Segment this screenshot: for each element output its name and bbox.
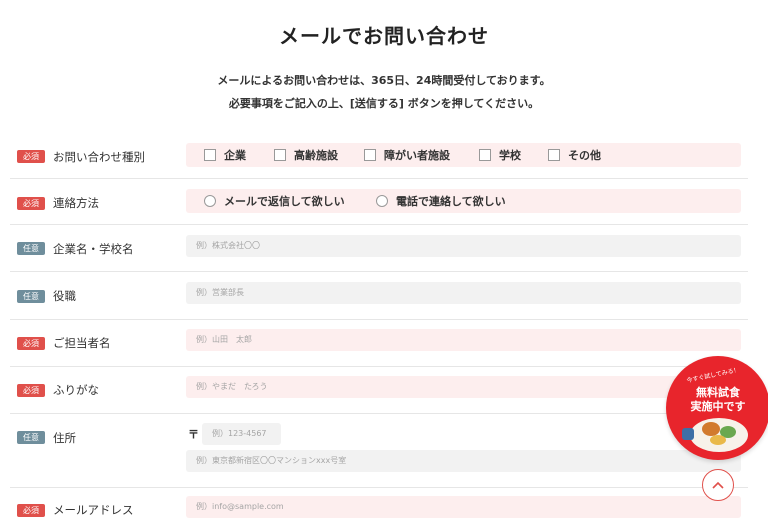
inquiry-type-options: 企業 高齢施設 障がい者施設 学校 その他 xyxy=(186,143,741,167)
food-item xyxy=(710,435,726,445)
person-row: 必須 ご担当者名 例）山田 太郎 xyxy=(10,319,748,367)
furigana-row: 必須 ふりがな 例）やまだ たろう xyxy=(10,366,748,414)
promo-title: 無料試食 実施中です xyxy=(666,386,768,414)
postal-mark-icon: 〒 xyxy=(188,428,199,441)
intro-line-1: メールによるお問い合わせは、365日、24時間受付しております。 xyxy=(217,74,551,87)
radio-button[interactable] xyxy=(376,195,388,207)
required-badge: 必須 xyxy=(17,150,45,163)
checkbox[interactable] xyxy=(548,149,560,161)
inquiry-option-school[interactable]: 学校 xyxy=(479,143,521,167)
food-item xyxy=(702,422,720,436)
page-title: メールでお問い合わせ xyxy=(279,24,489,48)
position-input[interactable]: 例）営業部長 xyxy=(186,282,741,304)
intro-line-2: 必要事項をご記入の上、[送信する] ボタンを押してください。 xyxy=(228,97,540,110)
promo-title-line-1: 無料試食 xyxy=(696,386,740,399)
radio-button[interactable] xyxy=(204,195,216,207)
furigana-label: ふりがな xyxy=(53,383,99,397)
postal-code-input[interactable]: 例）123-4567 xyxy=(202,423,281,445)
required-badge: 必須 xyxy=(17,197,45,210)
position-label: 役職 xyxy=(53,289,76,303)
promo-title-line-2: 実施中です xyxy=(690,400,746,413)
person-label: ご担当者名 xyxy=(53,336,111,350)
required-badge: 必須 xyxy=(17,384,45,397)
email-row: 必須 メールアドレス 例）info@sample.com xyxy=(10,487,748,527)
checkbox[interactable] xyxy=(204,149,216,161)
position-row: 任意 役職 例）営業部長 xyxy=(10,271,748,320)
address-label: 住所 xyxy=(53,431,76,445)
optional-badge: 任意 xyxy=(17,290,45,303)
promo-tagline: 今すぐ試してみる！ xyxy=(686,366,741,385)
optional-badge: 任意 xyxy=(17,242,45,255)
option-label: 高齢施設 xyxy=(294,149,338,162)
checkbox[interactable] xyxy=(274,149,286,161)
contact-method-row: 必須 連絡方法 メールで返信して欲しい 電話で連絡して欲しい xyxy=(10,178,748,225)
contact-method-options: メールで返信して欲しい 電話で連絡して欲しい xyxy=(186,189,741,213)
email-input[interactable]: 例）info@sample.com xyxy=(186,496,741,518)
company-row: 任意 企業名・学校名 例）株式会社〇〇 xyxy=(10,224,748,272)
option-label: 電話で連絡して欲しい xyxy=(396,195,506,208)
cup-image xyxy=(682,428,694,440)
address-row: 任意 住所 〒 例）123-4567 例）東京都新宿区〇〇マンションxxx号室 xyxy=(10,413,748,488)
inquiry-option-company[interactable]: 企業 xyxy=(204,143,246,167)
option-label: 企業 xyxy=(224,149,246,162)
back-to-top-button[interactable] xyxy=(702,469,734,501)
address-input[interactable]: 例）東京都新宿区〇〇マンションxxx号室 xyxy=(186,450,741,472)
inquiry-option-other[interactable]: その他 xyxy=(548,143,601,167)
person-input[interactable]: 例）山田 太郎 xyxy=(186,329,741,351)
option-label: その他 xyxy=(568,149,601,162)
contact-method-label: 連絡方法 xyxy=(53,196,99,210)
option-label: 障がい者施設 xyxy=(384,149,450,162)
inquiry-option-elderly-facility[interactable]: 高齢施設 xyxy=(274,143,338,167)
required-badge: 必須 xyxy=(17,504,45,517)
checkbox[interactable] xyxy=(364,149,376,161)
company-label: 企業名・学校名 xyxy=(53,242,134,256)
optional-badge: 任意 xyxy=(17,431,45,444)
inquiry-type-label: お問い合わせ種別 xyxy=(53,150,145,164)
company-input[interactable]: 例）株式会社〇〇 xyxy=(186,235,741,257)
option-label: メールで返信して欲しい xyxy=(224,195,345,208)
inquiry-option-disability-facility[interactable]: 障がい者施設 xyxy=(364,143,450,167)
free-tasting-promo[interactable]: 今すぐ試してみる！ 無料試食 実施中です xyxy=(666,356,768,460)
inquiry-type-row: 必須 お問い合わせ種別 企業 高齢施設 障がい者施設 学校 その他 xyxy=(10,132,748,179)
option-label: 学校 xyxy=(499,149,521,162)
chevron-up-icon xyxy=(712,481,724,489)
contact-option-email[interactable]: メールで返信して欲しい xyxy=(204,189,345,213)
checkbox[interactable] xyxy=(479,149,491,161)
email-label: メールアドレス xyxy=(53,503,134,517)
required-badge: 必須 xyxy=(17,337,45,350)
contact-option-phone[interactable]: 電話で連絡して欲しい xyxy=(376,189,506,213)
furigana-input[interactable]: 例）やまだ たろう xyxy=(186,376,741,398)
